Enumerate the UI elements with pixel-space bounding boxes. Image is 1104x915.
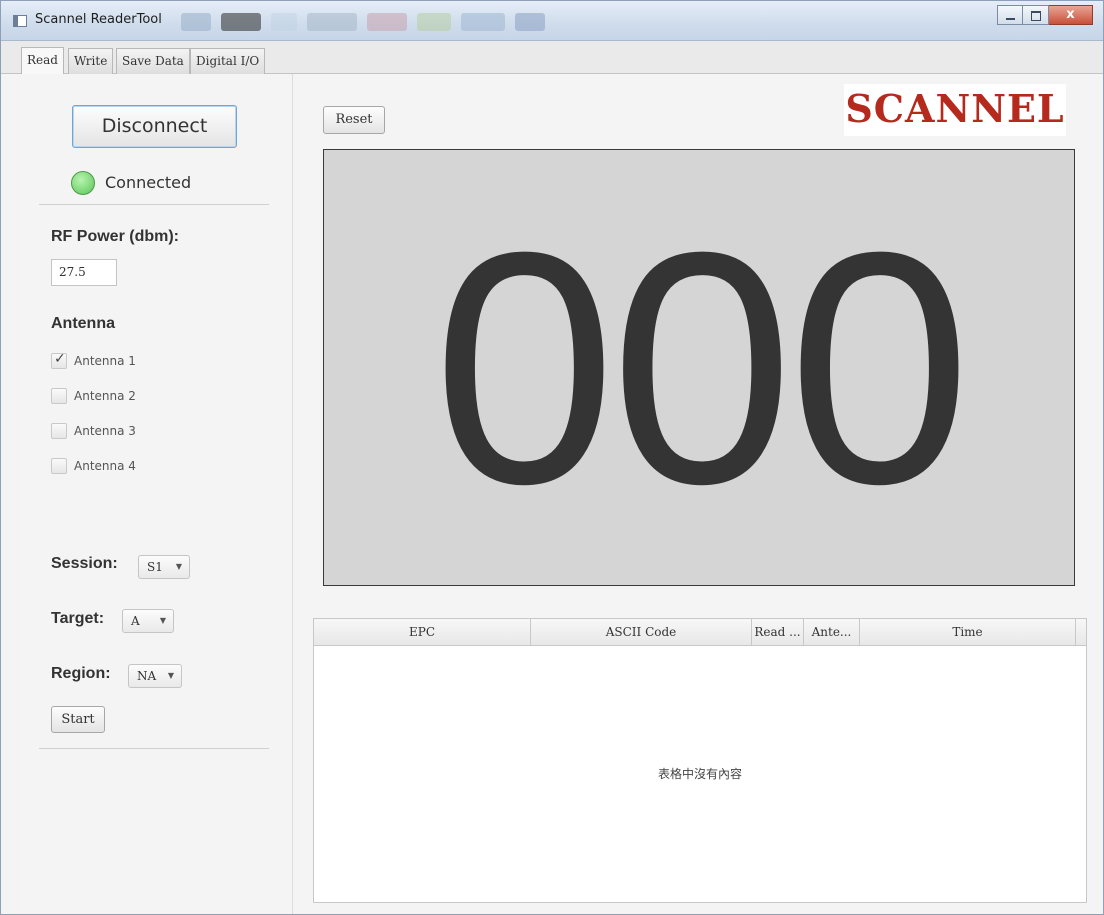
tab-write[interactable]: Write — [68, 48, 114, 74]
antenna-label: Antenna — [51, 315, 115, 332]
target-label: Target: — [51, 610, 105, 627]
scannel-logo: SCANNEL — [844, 84, 1066, 136]
rf-power-input[interactable]: 27.5 — [51, 259, 117, 286]
window-controls — [997, 5, 1093, 25]
session-select[interactable]: S1 ▼ — [138, 555, 190, 579]
divider — [39, 748, 269, 749]
table-empty-message: 表格中沒有內容 — [657, 767, 742, 781]
tag-table[interactable]: EPC ASCII Code Read ... Ante... Time 表格中… — [313, 618, 1087, 903]
start-button[interactable]: Start — [51, 706, 105, 733]
target-value: A — [131, 614, 140, 628]
antenna-4-checkbox[interactable] — [51, 458, 67, 474]
column-header-antenna[interactable]: Ante... — [804, 619, 860, 645]
antenna-1-checkbox[interactable] — [51, 351, 67, 369]
logo-text: SCANNEL — [845, 86, 1065, 131]
connection-status-icon — [71, 171, 95, 195]
chevron-down-icon: ▼ — [175, 562, 182, 571]
antenna-2-label: Antenna 2 — [74, 389, 136, 403]
antenna-2-checkbox[interactable] — [51, 388, 67, 404]
app-window: Scannel ReaderTool Read Write Save Data … — [0, 0, 1104, 915]
connection-status-text: Connected — [105, 173, 192, 192]
tab-digital-io[interactable]: Digital I/O — [190, 48, 266, 74]
read-counter-display: 000 — [323, 149, 1075, 586]
antenna-1-label: Antenna 1 — [74, 354, 136, 368]
region-value: NA — [137, 669, 157, 683]
minimize-icon[interactable] — [997, 5, 1023, 25]
read-counter-value: 000 — [432, 183, 972, 552]
session-value: S1 — [147, 560, 163, 574]
tab-read[interactable]: Read — [21, 47, 64, 74]
maximize-icon[interactable] — [1023, 5, 1049, 25]
divider — [39, 204, 269, 205]
disconnect-button[interactable]: Disconnect — [72, 105, 237, 148]
close-icon[interactable] — [1049, 5, 1093, 25]
region-select[interactable]: NA ▼ — [128, 664, 182, 688]
column-header-epc[interactable]: EPC — [314, 619, 531, 645]
region-label: Region: — [51, 665, 111, 682]
blurred-taskbar-preview — [181, 7, 621, 37]
target-select[interactable]: A ▼ — [122, 609, 174, 633]
column-header-read-count[interactable]: Read ... — [752, 619, 804, 645]
antenna-3-checkbox[interactable] — [51, 423, 67, 439]
column-header-time[interactable]: Time — [860, 619, 1076, 645]
chevron-down-icon: ▼ — [159, 616, 166, 625]
session-label: Session: — [51, 555, 118, 572]
settings-panel: Disconnect Connected RF Power (dbm): 27.… — [11, 74, 293, 914]
window-title: Scannel ReaderTool — [35, 12, 162, 27]
chevron-down-icon: ▼ — [167, 671, 174, 680]
rf-power-label: RF Power (dbm): — [51, 228, 179, 245]
reset-button[interactable]: Reset — [323, 106, 385, 134]
app-icon — [13, 15, 27, 27]
antenna-4-label: Antenna 4 — [74, 459, 136, 473]
antenna-3-label: Antenna 3 — [74, 424, 136, 438]
column-header-ascii[interactable]: ASCII Code — [531, 619, 752, 645]
table-header: EPC ASCII Code Read ... Ante... Time — [314, 619, 1086, 646]
title-bar[interactable]: Scannel ReaderTool — [1, 1, 1103, 41]
tab-save-data[interactable]: Save Data — [116, 48, 190, 74]
tab-bar: Read Write Save Data Digital I/O — [1, 41, 1103, 74]
